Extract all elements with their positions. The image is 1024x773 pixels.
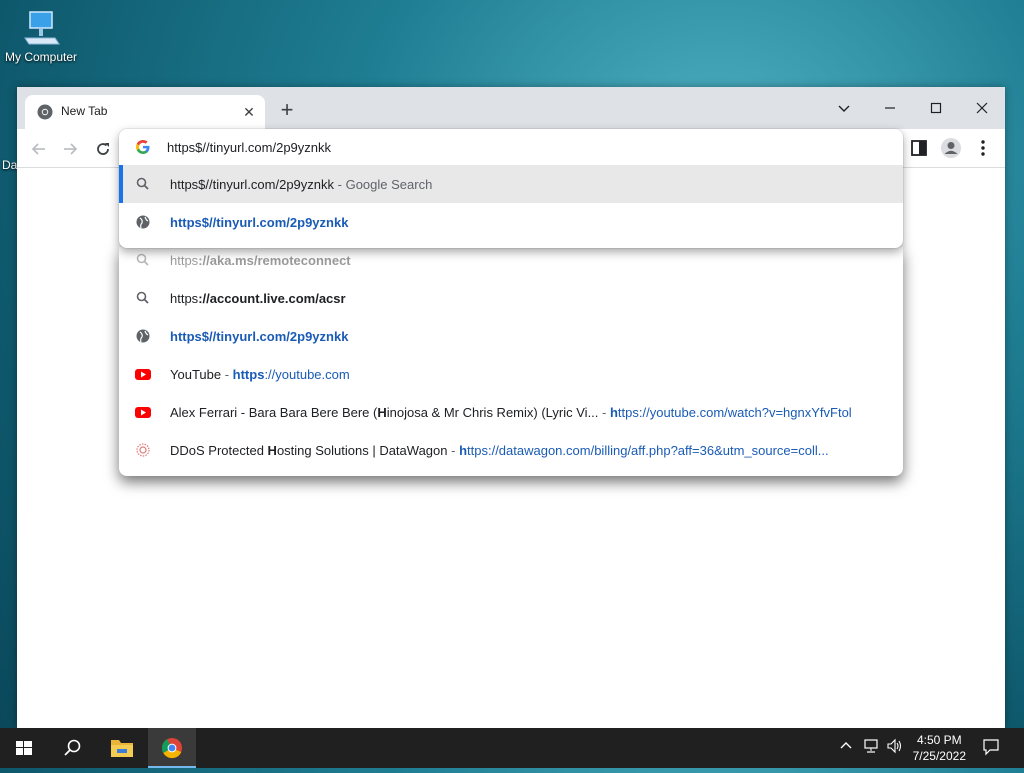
computer-icon <box>21 8 61 48</box>
omnibox-dropdown: https$//tinyurl.com/2p9yznkk - Google Se… <box>119 129 903 248</box>
youtube-icon <box>135 404 151 420</box>
suggestion-title-match: H <box>377 405 387 420</box>
menu-kebab-icon[interactable] <box>972 137 994 159</box>
notification-icon[interactable] <box>982 738 1000 759</box>
suggestion-prefix: https <box>170 253 199 268</box>
tab-new-tab[interactable]: New Tab ✕ <box>25 95 265 129</box>
list-item[interactable]: Alex Ferrari - Bara Bara Bere Bere (Hino… <box>119 393 903 431</box>
chrome-icon <box>37 104 53 120</box>
omnibox-history-dropdown: https://aka.ms/remoteconnect https://acc… <box>119 247 903 476</box>
new-tab-button[interactable]: + <box>275 99 299 123</box>
volume-icon[interactable] <box>886 738 904 757</box>
suggestion-url-bold: h <box>459 443 468 458</box>
close-window-icon[interactable] <box>959 93 1005 121</box>
reload-icon[interactable] <box>91 136 115 160</box>
suggestion-url: https$//tinyurl.com/2p9yznkk <box>170 329 349 344</box>
tab-search-chevron-icon[interactable] <box>821 93 867 121</box>
list-item[interactable]: https$//tinyurl.com/2p9yznkk <box>119 317 903 355</box>
suggestion-title-rest: osting Solutions | DataWagon <box>276 443 448 458</box>
suggestion-bold: ://aka.ms/remoteconnect <box>198 253 351 268</box>
file-explorer-icon[interactable] <box>98 728 146 768</box>
suggestion-separator: - <box>598 405 610 420</box>
search-icon <box>135 176 151 192</box>
suggestion-prefix: https <box>170 291 199 306</box>
youtube-icon <box>135 366 151 382</box>
suggestion-url: https$//tinyurl.com/2p9yznkk <box>170 215 349 230</box>
start-button[interactable] <box>0 728 48 768</box>
list-item[interactable]: https://account.live.com/acsr <box>119 279 903 317</box>
desktop-partial-label: Da <box>2 158 18 172</box>
suggestion-separator: - <box>221 367 233 382</box>
list-item[interactable]: DDoS Protected Hosting Solutions | DataW… <box>119 431 903 469</box>
forward-arrow-icon[interactable] <box>58 136 82 160</box>
tab-strip: New Tab ✕ + <box>17 87 1005 129</box>
profile-avatar-icon[interactable] <box>940 137 962 159</box>
clock-date: 7/25/2022 <box>912 749 966 763</box>
suggestion-query: https$//tinyurl.com/2p9yznkk <box>170 177 335 192</box>
globe-icon <box>135 328 151 344</box>
suggestion-title: YouTube <box>170 367 222 382</box>
side-panel-icon[interactable] <box>908 137 930 159</box>
suggestion-title: DDoS Protected <box>170 443 268 458</box>
my-computer-desktop-icon[interactable]: My Computer <box>2 8 80 64</box>
suggestion-suffix: - Google Search <box>334 177 433 192</box>
minimize-icon[interactable] <box>867 93 913 121</box>
chevron-up-icon[interactable] <box>839 738 853 755</box>
suggestion-bold: ://account.live.com/acsr <box>198 291 346 306</box>
list-item[interactable]: YouTube - https://youtube.com <box>119 355 903 393</box>
chrome-taskbar-icon[interactable] <box>148 728 196 768</box>
suggestion-url-item[interactable]: https$//tinyurl.com/2p9yznkk <box>119 203 903 241</box>
suggestion-url: ttps://youtube.com/watch?v=hgnxYfvFtol <box>617 405 852 420</box>
clock-time: 4:50 PM <box>916 733 962 747</box>
system-clock[interactable]: 4:50 PM 7/25/2022 <box>913 732 966 764</box>
search-button[interactable] <box>48 728 96 768</box>
suggestion-separator: - <box>447 443 460 458</box>
suggestion-url: ://youtube.com <box>264 367 350 382</box>
suggestion-title-rest: inojosa & Mr Chris Remix) (Lyric Vi... <box>386 405 599 420</box>
suggestion-url-bold: h <box>609 405 618 420</box>
back-arrow-icon[interactable] <box>27 136 51 160</box>
suggestion-url: ttps://datawagon.com/billing/aff.php?aff… <box>467 443 829 458</box>
taskbar: 4:50 PM 7/25/2022 <box>0 728 1024 768</box>
tab-close-icon[interactable]: ✕ <box>239 102 259 122</box>
suggestion-title-match: H <box>267 443 277 458</box>
tab-title: New Tab <box>61 104 108 118</box>
search-icon <box>135 252 151 268</box>
suggestion-google-search[interactable]: https$//tinyurl.com/2p9yznkk - Google Se… <box>119 165 903 203</box>
suggestion-url-bold: https <box>232 367 265 382</box>
maximize-icon[interactable] <box>913 93 959 121</box>
my-computer-label: My Computer <box>4 50 78 64</box>
omnibox <box>119 129 903 165</box>
google-g-icon <box>135 139 151 155</box>
globe-icon <box>135 214 151 230</box>
search-icon <box>135 290 151 306</box>
network-icon[interactable] <box>862 738 880 757</box>
address-bar-input[interactable] <box>167 135 867 159</box>
suggestion-title: Alex Ferrari - Bara Bara Bere Bere ( <box>170 405 378 420</box>
datawagon-icon <box>135 442 151 458</box>
